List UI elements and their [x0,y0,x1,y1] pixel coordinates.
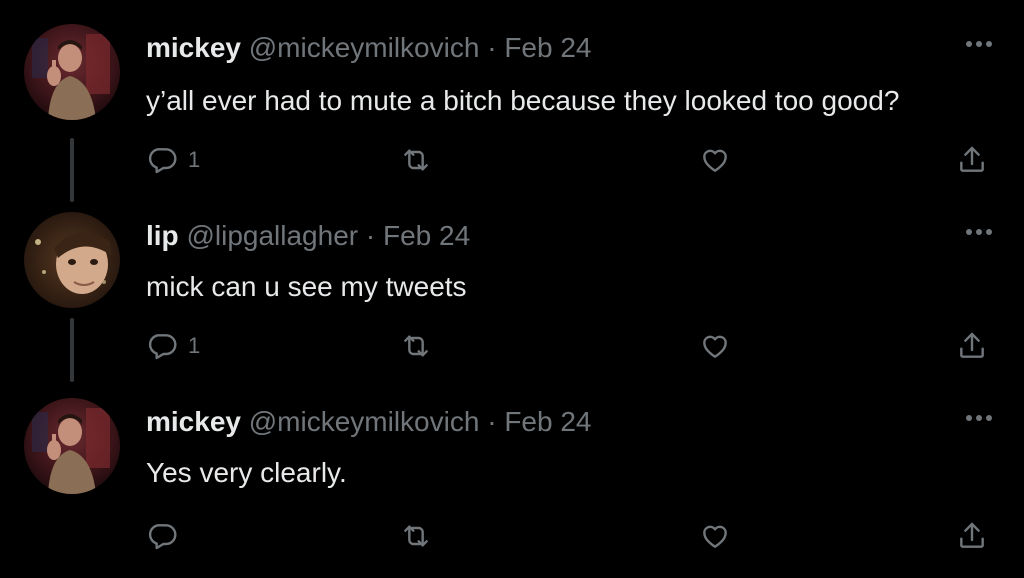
retweet-button[interactable] [398,516,434,556]
reply-count: 1 [188,333,201,358]
reply-count: 1 [188,147,201,172]
like-button[interactable] [698,516,732,556]
like-button[interactable] [698,140,732,180]
retweet-button[interactable] [398,140,434,180]
display-name[interactable]: lip [146,220,179,251]
like-icon [698,520,732,552]
tweet-text: Yes very clearly. [146,457,347,488]
more-options-icon[interactable] [964,36,994,47]
like-icon [698,330,732,362]
separator: · [487,406,497,437]
more-options-icon[interactable] [964,224,994,235]
share-button[interactable] [956,516,988,556]
retweet-button[interactable] [398,326,434,366]
reply-icon [146,330,178,362]
avatar[interactable] [24,398,120,494]
share-icon [956,519,988,553]
share-icon [956,143,988,177]
reply-icon [146,144,178,176]
tweet-text: y’all ever had to mute a bitch because t… [146,85,900,116]
display-name[interactable]: mickey [146,406,241,437]
timestamp[interactable]: Feb 24 [383,220,470,251]
share-button[interactable] [956,140,988,180]
handle[interactable]: @mickeymilkovich [249,406,480,437]
thread-line [70,318,74,382]
like-button[interactable] [698,326,732,366]
retweet-icon [398,520,434,552]
tweet-text: mick can u see my tweets [146,271,467,302]
handle[interactable]: @mickeymilkovich [249,32,480,63]
retweet-icon [398,330,434,362]
share-icon [956,329,988,363]
more-options-icon[interactable] [964,410,994,421]
reply-icon [146,520,178,552]
retweet-icon [398,144,434,176]
reply-button[interactable]: 1 [146,140,200,180]
share-button[interactable] [956,326,988,366]
like-icon [698,144,732,176]
thread-line [70,138,74,202]
separator: · [365,220,376,251]
timestamp[interactable]: Feb 24 [504,32,591,63]
handle[interactable]: @lipgallagher [186,220,358,251]
reply-button[interactable] [146,516,188,556]
timestamp[interactable]: Feb 24 [504,406,591,437]
avatar[interactable] [24,24,120,120]
reply-button[interactable]: 1 [146,326,200,366]
display-name[interactable]: mickey [146,32,241,63]
avatar[interactable] [24,212,120,308]
separator: · [487,32,497,63]
